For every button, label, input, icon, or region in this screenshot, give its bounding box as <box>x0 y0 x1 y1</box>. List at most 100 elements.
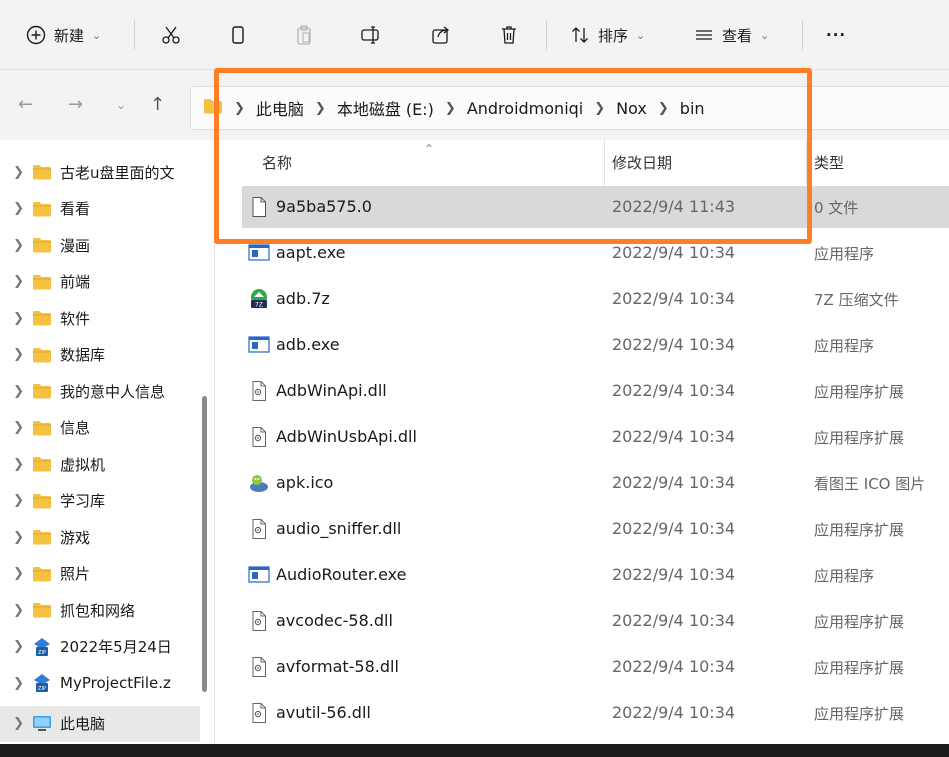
file-row[interactable]: 7Z adb.7z 2022/9/4 10:34 7Z 压缩文件 <box>242 278 949 320</box>
column-header-type[interactable]: 类型 <box>814 152 844 173</box>
sidebar-item[interactable]: ❯ 照片 <box>0 556 200 592</box>
chevron-down-icon: ⌄ <box>636 28 646 42</box>
sidebar-item-label: MyProjectFile.z <box>60 674 171 692</box>
recent-locations-chevron-icon[interactable]: ⌄ <box>116 94 126 116</box>
file-name: avutil-56.dll <box>276 703 371 722</box>
folder-icon <box>32 420 54 436</box>
navigation-pane: ❯ 古老u盘里面的文 ❯ 看看 ❯ 漫画 ❯ 前端 ❯ 软件 ❯ 数据库 ❯ 我的意中人信息 ❯ 信息 ❯ 虚拟机… <box>0 140 215 744</box>
dll-file-icon <box>248 702 270 724</box>
file-row[interactable]: AudioRouter.exe 2022/9/4 10:34 应用程序 <box>242 554 949 596</box>
chevron-right-icon[interactable]: ❯ <box>0 384 32 399</box>
chevron-right-icon[interactable]: ❯ <box>0 603 32 618</box>
file-row[interactable]: audio_sniffer.dll 2022/9/4 10:34 应用程序扩展 <box>242 508 949 550</box>
forward-arrow-icon[interactable]: → <box>68 94 83 116</box>
chevron-right-icon[interactable]: ❯ <box>0 676 32 691</box>
breadcrumb-nox[interactable]: Nox <box>616 99 647 118</box>
copy-button[interactable] <box>228 16 248 54</box>
sidebar-item[interactable]: ❯ 漫画 <box>0 227 200 263</box>
breadcrumb-separator-icon: ❯ <box>234 100 245 116</box>
column-divider[interactable] <box>806 140 807 186</box>
file-modified-date: 2022/9/4 10:34 <box>612 657 736 676</box>
sort-button-label: 排序 <box>598 26 629 45</box>
sidebar-item[interactable]: ❯ 看看 <box>0 191 200 227</box>
sidebar-item[interactable]: ❯ 前端 <box>0 264 200 300</box>
sidebar-item[interactable]: ❯ 我的意中人信息 <box>0 373 200 409</box>
folder-icon <box>32 237 54 253</box>
chevron-right-icon[interactable]: ❯ <box>0 238 32 253</box>
file-row[interactable]: aapt.exe 2022/9/4 10:34 应用程序 <box>242 232 949 274</box>
chevron-right-icon[interactable]: ❯ <box>0 493 32 508</box>
dll-file-icon <box>248 656 270 678</box>
file-row[interactable]: avformat-58.dll 2022/9/4 10:34 应用程序扩展 <box>242 646 949 688</box>
list-lines-icon <box>694 25 714 45</box>
dll-file-icon <box>248 426 270 448</box>
rename-button[interactable] <box>360 16 382 54</box>
file-row[interactable]: 9a5ba575.0 2022/9/4 11:43 0 文件 <box>242 186 949 228</box>
chevron-right-icon[interactable]: ❯ <box>0 566 32 581</box>
file-row[interactable]: apk.ico 2022/9/4 10:34 看图王 ICO 图片 <box>242 462 949 504</box>
sidebar-item[interactable]: ❯ 软件 <box>0 300 200 336</box>
more-options-button[interactable]: ··· <box>826 16 846 54</box>
file-modified-date: 2022/9/4 10:34 <box>612 427 736 446</box>
sidebar-item[interactable]: ❯ 学习库 <box>0 483 200 519</box>
breadcrumb-this-pc[interactable]: 此电脑 <box>256 96 304 120</box>
view-button[interactable]: 查看 ⌄ <box>694 16 769 54</box>
folder-icon <box>32 347 54 363</box>
sidebar-item[interactable]: ❯ 古老u盘里面的文 <box>0 154 200 190</box>
sidebar-item-label: 虚拟机 <box>60 455 106 474</box>
breadcrumb-androidmoniqi[interactable]: Androidmoniqi <box>467 99 583 118</box>
chevron-down-icon: ⌄ <box>92 28 102 42</box>
sidebar-scrollbar[interactable] <box>202 396 207 692</box>
chevron-right-icon[interactable]: ❯ <box>0 420 32 435</box>
folder-icon <box>32 529 54 545</box>
up-arrow-icon[interactable]: ↑ <box>150 94 165 116</box>
share-button[interactable] <box>430 16 452 54</box>
folder-icon <box>203 98 223 118</box>
address-bar[interactable]: ❯ 此电脑 ❯ 本地磁盘 (E:) ❯ Androidmoniqi ❯ Nox … <box>190 86 949 130</box>
chevron-right-icon[interactable]: ❯ <box>0 639 32 654</box>
sidebar-item[interactable]: ❯ 数据库 <box>0 337 200 373</box>
chevron-right-icon[interactable]: ❯ <box>0 347 32 362</box>
breadcrumb-bin[interactable]: bin <box>680 99 705 118</box>
file-row[interactable]: AdbWinApi.dll 2022/9/4 10:34 应用程序扩展 <box>242 370 949 412</box>
sidebar-item-label: 信息 <box>60 419 91 437</box>
file-row[interactable]: adb.exe 2022/9/4 10:34 应用程序 <box>242 324 949 366</box>
paste-button[interactable] <box>294 16 314 54</box>
chevron-right-icon[interactable]: ❯ <box>0 274 32 289</box>
chevron-right-icon[interactable]: ❯ <box>0 165 32 180</box>
copy-icon <box>228 24 248 46</box>
sidebar-item[interactable]: ❯ 游戏 <box>0 519 200 555</box>
file-name: AudioRouter.exe <box>276 565 407 584</box>
folder-icon <box>32 493 54 509</box>
sidebar-item-label: 漫画 <box>60 236 91 255</box>
breadcrumb-local-disk-e[interactable]: 本地磁盘 (E:) <box>337 96 434 120</box>
delete-button[interactable] <box>498 16 520 54</box>
new-button[interactable]: 新建 ⌄ <box>26 16 101 54</box>
sidebar-item-label: 前端 <box>60 273 91 291</box>
sidebar-item[interactable]: ❯ 此电脑 <box>0 705 200 742</box>
chevron-right-icon[interactable]: ❯ <box>0 716 32 731</box>
sidebar-item[interactable]: ❯ ZIP MyProjectFile.z <box>0 665 200 701</box>
column-header-name[interactable]: 名称 <box>262 152 292 173</box>
chevron-right-icon[interactable]: ❯ <box>0 530 32 545</box>
file-type: 应用程序 <box>814 567 875 585</box>
sidebar-item[interactable]: ❯ 虚拟机 <box>0 446 200 482</box>
ico-file-icon <box>248 472 270 494</box>
column-divider[interactable] <box>604 140 605 186</box>
sort-button[interactable]: 排序 ⌄ <box>570 16 645 54</box>
chevron-right-icon[interactable]: ❯ <box>0 311 32 326</box>
file-row[interactable]: avcodec-58.dll 2022/9/4 10:34 应用程序扩展 <box>242 600 949 642</box>
sidebar-item[interactable]: ❯ 抓包和网络 <box>0 592 200 628</box>
sidebar-item[interactable]: ❯ 信息 <box>0 410 200 446</box>
back-arrow-icon[interactable]: ← <box>18 94 33 116</box>
sidebar-item[interactable]: ❯ ZIP 2022年5月24日 <box>0 629 200 665</box>
file-list: ⌃ 名称 修改日期 类型 9a5ba575.0 2022/9/4 11:43 0 文… <box>216 140 949 744</box>
column-header-date[interactable]: 修改日期 <box>612 152 672 173</box>
file-row[interactable]: avutil-56.dll 2022/9/4 10:34 应用程序扩展 <box>242 692 949 734</box>
file-row[interactable]: AdbWinUsbApi.dll 2022/9/4 10:34 应用程序扩展 <box>242 416 949 458</box>
chevron-right-icon[interactable]: ❯ <box>0 201 32 216</box>
chevron-right-icon[interactable]: ❯ <box>0 457 32 472</box>
folder-icon <box>32 566 54 582</box>
new-button-label: 新建 <box>54 26 85 45</box>
cut-button[interactable] <box>160 16 182 54</box>
